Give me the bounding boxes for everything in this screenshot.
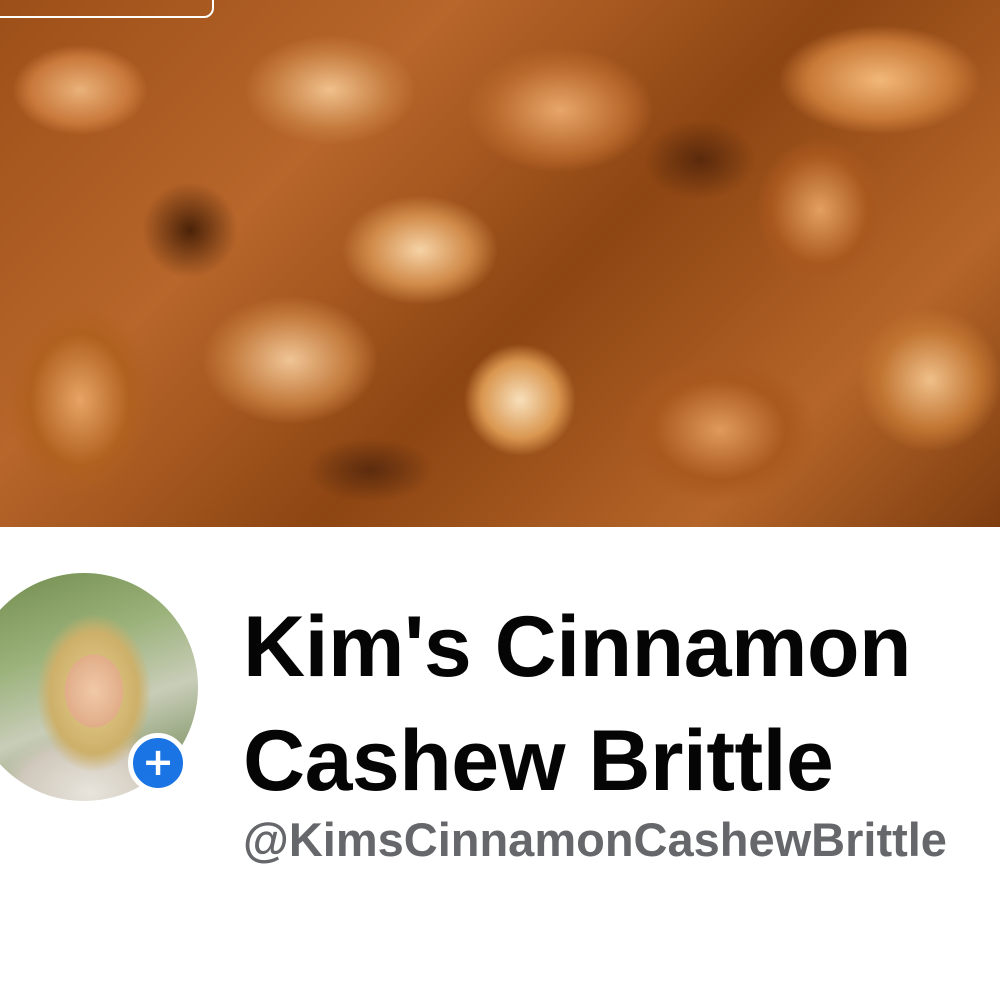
- cover-photo[interactable]: [0, 0, 1000, 527]
- page-title: Kim's Cinnamon Cashew Brittle: [243, 599, 912, 809]
- page-profile-screen: + Kim's Cinnamon Cashew Brittle @KimsCin…: [0, 0, 1000, 1000]
- profile-picture-container: +: [0, 573, 198, 801]
- cover-overlay-button[interactable]: [0, 0, 214, 18]
- add-profile-photo-button[interactable]: +: [128, 733, 188, 793]
- page-username: @KimsCinnamonCashewBrittle: [243, 813, 947, 866]
